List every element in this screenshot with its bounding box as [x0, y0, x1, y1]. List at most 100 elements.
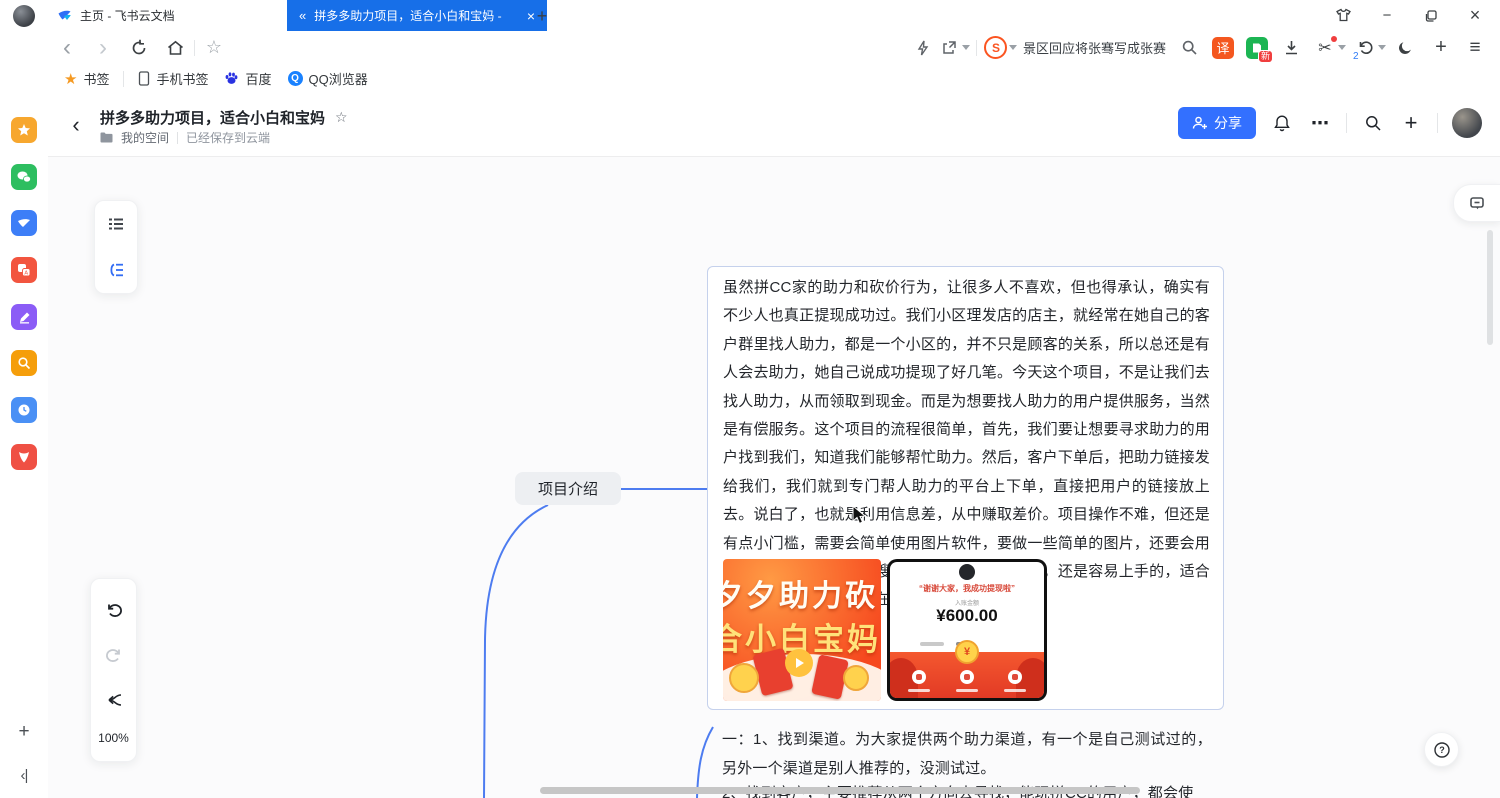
mouse-cursor — [852, 505, 867, 526]
svg-text:?: ? — [1439, 745, 1445, 755]
star-magic-icon — [17, 123, 31, 137]
payment-image[interactable]: “谢谢大家，我成功提现啦” 入账金额 ¥600.00 ¥ — [887, 559, 1047, 701]
rail-wechat-button[interactable] — [11, 164, 37, 190]
zoom-level[interactable]: 100% — [98, 731, 129, 745]
bookmark-mobile[interactable]: 手机书签 — [130, 69, 216, 88]
doc-add-button[interactable]: + — [1399, 111, 1423, 135]
bookmark-label: QQ浏览器 — [309, 69, 368, 88]
tab-title: 拼多多助力项目，适合小白和宝妈 - — [314, 7, 519, 24]
back-button[interactable]: ‹ — [54, 35, 80, 61]
doc-subtitle-row: 我的空间 已经保存到云端 — [100, 129, 270, 146]
new-tab-button[interactable]: + — [530, 4, 554, 28]
vertical-scrollbar[interactable] — [1487, 230, 1493, 345]
rail-add-button[interactable]: + — [0, 721, 48, 743]
app-icon — [912, 670, 926, 684]
flash-button[interactable] — [910, 35, 936, 61]
question-icon: ? — [1433, 741, 1451, 759]
outline-view-button[interactable] — [102, 210, 130, 238]
svg-text:A: A — [24, 271, 28, 277]
rail-feishu-button[interactable] — [11, 210, 37, 236]
doc-space[interactable]: 我的空间 — [121, 129, 169, 146]
view-switch-panel — [94, 200, 138, 294]
share-label: 分享 — [1214, 113, 1242, 133]
screenshot-button[interactable]: ✂ — [1312, 35, 1338, 61]
browser-profile-avatar[interactable] — [13, 5, 35, 27]
help-button[interactable]: ? — [1424, 732, 1459, 767]
close-window-button[interactable]: × — [1466, 7, 1484, 25]
rail-notes-button[interactable] — [11, 304, 37, 330]
doc-back-button[interactable]: ‹ — [66, 113, 86, 137]
rail-search-button[interactable] — [11, 350, 37, 376]
restore-button[interactable] — [1422, 7, 1440, 25]
tab-feishu-home[interactable]: 主页 - 飞书云文档 — [45, 0, 309, 31]
horizontal-scrollbar[interactable] — [540, 787, 1140, 794]
download-icon — [1283, 39, 1300, 56]
favorite-star-icon[interactable]: ☆ — [335, 109, 348, 126]
feishu-favicon — [57, 8, 72, 23]
sogou-hotword-button[interactable]: S — [983, 35, 1009, 61]
payment-quote: “谢谢大家，我成功提现啦” — [890, 583, 1044, 594]
tab-pinduoduo-doc[interactable]: « 拼多多助力项目，适合小白和宝妈 - × — [287, 0, 547, 31]
magnifier-icon — [17, 356, 31, 370]
bird-icon — [17, 216, 31, 230]
pdf-reader-icon — [17, 450, 31, 464]
undo-icon — [105, 601, 123, 619]
rail-pdf-button[interactable] — [11, 444, 37, 470]
doc-search-button[interactable] — [1361, 111, 1385, 135]
download-button[interactable] — [1278, 35, 1304, 61]
mindmap-content-block[interactable]: 虽然拼CC家的助力和砍价行为，让很多人不喜欢，但也得承认，确实有不少人也真正提现… — [707, 266, 1224, 710]
restore-count-badge: 2 — [1353, 51, 1359, 62]
translate-button[interactable]: 译 — [1210, 35, 1236, 61]
search-button[interactable] — [1176, 35, 1202, 61]
comment-pill[interactable] — [1453, 184, 1500, 222]
bookmark-qq-browser[interactable]: Q QQ浏览器 — [280, 69, 376, 88]
amount-value: ¥600.00 — [890, 606, 1044, 626]
history-undo-button[interactable]: 2 — [1352, 35, 1378, 61]
rail-collapse-button[interactable]: ‹| — [0, 767, 48, 784]
app-rail: A + ‹| — [0, 93, 48, 798]
rail-translate-button[interactable]: A — [11, 257, 37, 283]
bookmark-label: 手机书签 — [156, 69, 208, 88]
fit-to-node-button[interactable] — [100, 686, 128, 714]
add-toolbar-button[interactable]: + — [1428, 35, 1454, 61]
hot-search-text[interactable]: 景区回应将张骞写成张赛 — [1023, 38, 1166, 57]
share-dropdown-caret[interactable] — [962, 45, 970, 50]
qq-browser-icon: Q — [288, 71, 303, 86]
translate-badge: 译 — [1212, 37, 1234, 59]
mindmap-view-button[interactable] — [102, 256, 130, 284]
history-caret[interactable] — [1378, 45, 1386, 50]
bookmark-folder[interactable]: ★ 书签 — [56, 69, 117, 88]
skin-button[interactable] — [1334, 7, 1352, 25]
browser-menu-button[interactable]: ≡ — [1462, 35, 1488, 61]
user-avatar[interactable] — [1452, 108, 1482, 138]
bookmark-baidu[interactable]: 百度 — [216, 69, 279, 88]
mindmap-node-intro[interactable]: 项目介绍 — [515, 472, 621, 505]
step1-node[interactable]: 一：1、找到渠道。为大家提供两个助力渠道，有一个是自己测试过的，另外一个渠道是别… — [722, 725, 1212, 783]
red-packet-area: ¥ — [890, 652, 1044, 698]
translate-pages-icon: A — [17, 263, 31, 277]
more-button[interactable]: ⋯ — [1308, 111, 1332, 135]
share-button[interactable]: 分享 — [1178, 107, 1256, 139]
notifications-button[interactable] — [1270, 111, 1294, 135]
dark-mode-button[interactable] — [1392, 35, 1418, 61]
refresh-button[interactable] — [126, 35, 152, 61]
extension-button[interactable]: 新 — [1244, 35, 1270, 61]
rail-history-button[interactable] — [11, 397, 37, 423]
header-divider — [1437, 113, 1438, 133]
share-page-button[interactable] — [936, 35, 962, 61]
home-button[interactable] — [162, 35, 188, 61]
screenshot-caret[interactable] — [1338, 45, 1346, 50]
play-button-icon — [785, 649, 813, 677]
mindmap-icon — [107, 261, 125, 279]
rail-favorites-button[interactable] — [11, 117, 37, 143]
bookmark-page-button[interactable]: ☆ — [201, 35, 227, 61]
baidu-paw-icon — [224, 71, 239, 86]
undo-button[interactable] — [100, 596, 128, 624]
search-icon — [1181, 39, 1198, 56]
promo-image[interactable]: 夕夕助力砍 合小白宝妈 — [723, 559, 881, 701]
promo-line1: 夕夕助力砍 — [723, 571, 881, 615]
hotword-caret[interactable] — [1009, 45, 1017, 50]
redo-button[interactable] — [100, 641, 128, 669]
minimize-button[interactable]: − — [1378, 7, 1396, 25]
forward-button[interactable]: › — [90, 35, 116, 61]
